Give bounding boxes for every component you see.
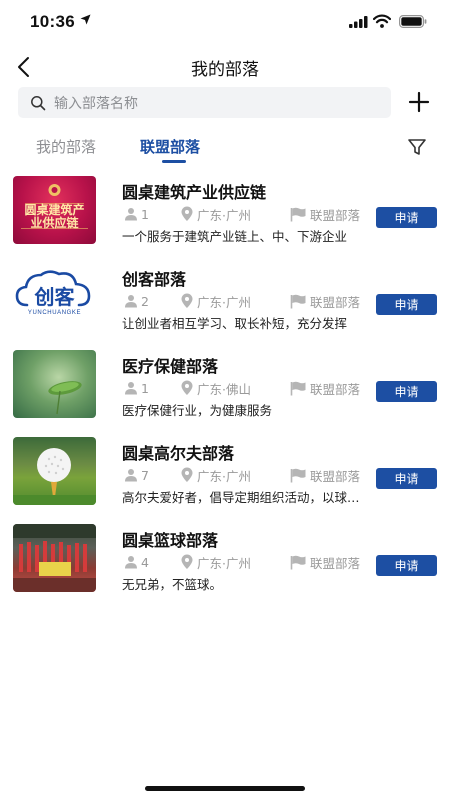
page-title: 我的部落 (191, 60, 259, 80)
tab-my-tribes[interactable]: 我的部落 (36, 136, 96, 157)
apply-button[interactable]: 申请 (376, 555, 437, 576)
person-icon (125, 208, 137, 221)
basketball-team-photo-art (13, 524, 96, 592)
tribe-description: 无兄弟，不篮球。 (122, 577, 223, 592)
tribe-type: 联盟部落 (290, 466, 360, 484)
tab-bar: 我的部落 联盟部落 (0, 130, 450, 166)
location-arrow-icon (80, 14, 91, 25)
tribe-thumbnail-golf (13, 437, 96, 505)
flag-icon (290, 207, 306, 221)
apply-button[interactable]: 申请 (376, 294, 437, 315)
tribe-list-item[interactable]: 创客 YUNCHUANGKE 创客部落 2 广东·广州 联盟部落 让创业者相互学… (0, 263, 450, 350)
apply-button[interactable]: 申请 (376, 381, 437, 402)
tribe-type-text: 联盟部落 (310, 468, 361, 484)
tribe-description: 高尔夫爱好者，倡导定期组织活动，以球会友 (122, 490, 362, 505)
location-text: 广东·广州 (197, 468, 251, 484)
tribe-name: 圆桌高尔夫部落 (122, 444, 235, 463)
location-text: 广东·佛山 (197, 381, 251, 397)
tribe-list-item[interactable]: 圆桌建筑产业供应链 圆桌建筑产业供应链 1 广东·广州 联盟部落 一个服务于建筑… (0, 176, 450, 263)
golf-ball-photo-art (13, 448, 96, 505)
location: 广东·广州 (180, 466, 251, 484)
tribe-type-text: 联盟部落 (310, 381, 361, 397)
tribe-description: 让创业者相互学习、取长补短，充分发挥 (122, 316, 348, 331)
flag-icon (290, 555, 306, 569)
status-time: 10:36 (30, 12, 75, 31)
tribe-type: 联盟部落 (290, 292, 360, 310)
tribe-thumbnail-chuangke: 创客 YUNCHUANGKE (13, 263, 96, 331)
tribe-description: 一个服务于建筑产业链上、中、下游企业 (122, 229, 348, 244)
person-icon (125, 556, 137, 569)
status-bar: 10:36 (0, 0, 450, 46)
wifi-icon (373, 14, 391, 28)
person-icon (125, 295, 137, 308)
member-count-value: 1 (141, 206, 149, 222)
signal-icon (349, 16, 368, 28)
location: 广东·广州 (180, 205, 251, 223)
member-count: 7 (124, 466, 149, 484)
tribe-list-item[interactable]: 圆桌篮球部落 4 广东·广州 联盟部落 无兄弟，不篮球。 申请 (0, 524, 450, 611)
tribe-type-text: 联盟部落 (310, 207, 361, 223)
member-count-value: 2 (141, 293, 149, 309)
member-count: 4 (124, 553, 149, 571)
person-icon (125, 469, 137, 482)
tribe-thumbnail-basketball (13, 524, 96, 592)
location: 广东·广州 (180, 553, 251, 571)
tribe-description: 医疗保健行业，为健康服务 (122, 403, 273, 418)
flag-icon (290, 381, 306, 395)
location-pin-icon (181, 380, 193, 395)
home-indicator (145, 786, 305, 791)
tribe-name: 圆桌建筑产业供应链 (122, 183, 267, 202)
navigation-bar: 我的部落 (0, 46, 450, 86)
location-pin-icon (181, 293, 193, 308)
tribe-list-item[interactable]: 医疗保健部落 1 广东·佛山 联盟部落 医疗保健行业，为健康服务 申请 (0, 350, 450, 437)
member-count-value: 7 (141, 467, 149, 483)
member-count: 2 (124, 292, 149, 310)
apply-button[interactable]: 申请 (376, 207, 437, 228)
tribe-name: 圆桌篮球部落 (122, 531, 219, 550)
thumbnail-logo-text: 创客 (34, 285, 75, 309)
member-count: 1 (124, 205, 149, 223)
tribe-type: 联盟部落 (290, 379, 360, 397)
location: 广东·佛山 (180, 379, 251, 397)
member-count-value: 1 (141, 380, 149, 396)
tribe-type-text: 联盟部落 (310, 555, 361, 571)
location-pin-icon (181, 467, 193, 482)
member-count: 1 (124, 379, 149, 397)
search-placeholder: 输入部落名称 (54, 95, 138, 112)
member-count-value: 4 (141, 554, 149, 570)
location-text: 广东·广州 (197, 555, 251, 571)
tribe-name: 创客部落 (122, 270, 187, 289)
search-icon (31, 95, 46, 110)
location-text: 广东·广州 (197, 207, 251, 223)
tribe-list-item[interactable]: 圆桌高尔夫部落 7 广东·广州 联盟部落 高尔夫爱好者，倡导定期组织活动，以球会… (0, 437, 450, 524)
location-text: 广东·广州 (197, 294, 251, 310)
location-pin-icon (181, 554, 193, 569)
search-input[interactable]: 输入部落名称 (18, 87, 391, 118)
flag-icon (290, 468, 306, 482)
tribe-type-text: 联盟部落 (310, 294, 361, 310)
filter-icon[interactable] (406, 136, 428, 158)
tribe-thumbnail-construction: 圆桌建筑产业供应链 (13, 176, 96, 244)
apply-button[interactable]: 申请 (376, 468, 437, 489)
tribe-name: 医疗保健部落 (122, 357, 219, 376)
tab-alliance-tribes[interactable]: 联盟部落 (140, 136, 200, 157)
location: 广东·广州 (180, 292, 251, 310)
leaf-photo-art (48, 381, 82, 415)
active-tab-indicator (162, 160, 186, 163)
add-icon[interactable] (408, 91, 430, 113)
tribe-type: 联盟部落 (290, 205, 360, 223)
flag-icon (290, 294, 306, 308)
person-icon (125, 382, 137, 395)
battery-icon (399, 15, 427, 28)
tribe-type: 联盟部落 (290, 553, 360, 571)
location-pin-icon (181, 206, 193, 221)
tribe-thumbnail-healthcare (13, 350, 96, 418)
thumbnail-caption: 圆桌建筑产业供应链 (24, 203, 85, 230)
thumbnail-logo-subtext: YUNCHUANGKE (27, 310, 82, 316)
